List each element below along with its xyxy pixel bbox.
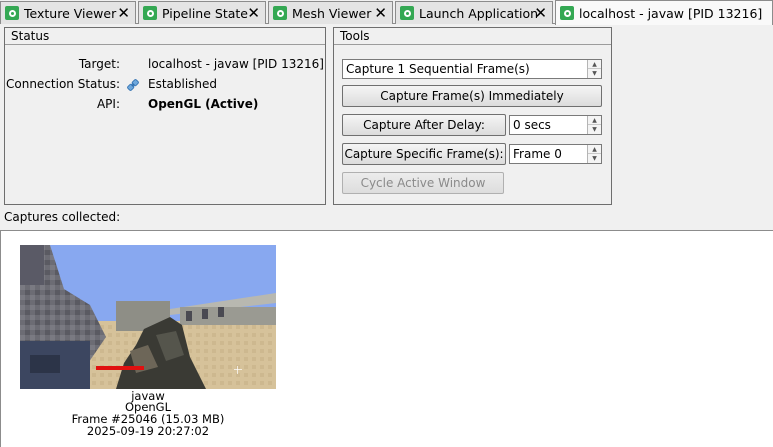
tab-label: Texture Viewer <box>24 5 117 21</box>
capture-thumbnail-image <box>20 245 276 389</box>
close-tab-icon[interactable]: ✕ <box>374 4 387 22</box>
spin-down-icon[interactable]: ▼ <box>588 125 601 134</box>
tab-mesh-viewer[interactable]: Mesh Viewer ✕ <box>268 1 393 24</box>
spin-down-icon[interactable]: ▼ <box>588 69 601 78</box>
capture-mode-spinner[interactable]: ▲ ▼ <box>587 60 601 78</box>
target-value: localhost - javaw [PID 13216] <box>148 57 324 71</box>
frame-value: Frame 0 <box>513 147 562 161</box>
spin-down-icon[interactable]: ▼ <box>588 154 601 163</box>
api-label-row: API: <box>4 95 120 113</box>
tab-pipeline-state[interactable]: Pipeline State ✕ <box>138 1 266 24</box>
frame-spinbox[interactable]: Frame 0 ▲ ▼ <box>509 144 602 164</box>
capture-mode-value: Capture 1 Sequential Frame(s) <box>346 62 530 76</box>
renderdoc-tab-icon <box>143 6 157 20</box>
connection-label-row: Connection Status: <box>4 75 120 93</box>
tools-group-title: Tools <box>334 28 611 45</box>
capture-timestamp: 2025-09-19 20:27:02 <box>86 424 210 438</box>
api-value: OpenGL (Active) <box>148 97 259 111</box>
renderdoc-tab-icon <box>400 6 414 20</box>
renderdoc-tab-icon <box>560 6 574 20</box>
target-label-row: Target: <box>4 55 120 73</box>
capture-specific-frames-button[interactable]: Capture Specific Frame(s): <box>342 143 506 165</box>
capture-mode-select[interactable]: Capture 1 Sequential Frame(s) ▲ ▼ <box>342 59 602 79</box>
api-label: API: <box>96 97 120 111</box>
status-group: Status <box>4 27 326 205</box>
tab-launch-application[interactable]: Launch Application ✕ <box>395 1 553 24</box>
renderdoc-tab-icon <box>273 6 287 20</box>
tab-label: Mesh Viewer <box>292 5 372 21</box>
tab-label: localhost - javaw [PID 13216] <box>579 5 763 21</box>
connection-status-value: Established <box>148 77 218 91</box>
close-tab-icon[interactable]: ✕ <box>117 4 130 22</box>
connection-established-icon <box>127 79 139 91</box>
tab-texture-viewer[interactable]: Texture Viewer ✕ <box>0 1 136 24</box>
connection-status-label: Connection Status: <box>6 77 120 91</box>
target-label: Target: <box>78 57 120 71</box>
delay-value: 0 secs <box>513 118 551 132</box>
tab-label: Launch Application <box>419 5 539 21</box>
close-tab-icon[interactable]: ✕ <box>247 4 260 22</box>
tab-localhost-javaw[interactable]: localhost - javaw [PID 13216] <box>555 0 773 25</box>
capture-thumbnail[interactable] <box>20 245 276 389</box>
delay-spinner[interactable]: ▲ ▼ <box>587 116 601 134</box>
capture-after-delay-button[interactable]: Capture After Delay: <box>342 114 506 136</box>
spin-up-icon[interactable]: ▲ <box>588 145 601 154</box>
status-group-title: Status <box>5 28 325 45</box>
captures-collected-label: Captures collected: <box>4 210 121 224</box>
tab-label: Pipeline State <box>162 5 248 21</box>
cycle-active-window-button[interactable]: Cycle Active Window <box>342 172 504 194</box>
renderdoc-tab-icon <box>5 6 19 20</box>
close-tab-icon[interactable]: ✕ <box>534 4 547 22</box>
spin-up-icon[interactable]: ▲ <box>588 60 601 69</box>
spin-up-icon[interactable]: ▲ <box>588 116 601 125</box>
tab-bar: Texture Viewer ✕ Pipeline State ✕ Mesh V… <box>0 0 773 25</box>
capture-immediately-button[interactable]: Capture Frame(s) Immediately <box>342 85 602 107</box>
delay-spinbox[interactable]: 0 secs ▲ ▼ <box>509 115 602 135</box>
frame-spinner[interactable]: ▲ ▼ <box>587 145 601 163</box>
